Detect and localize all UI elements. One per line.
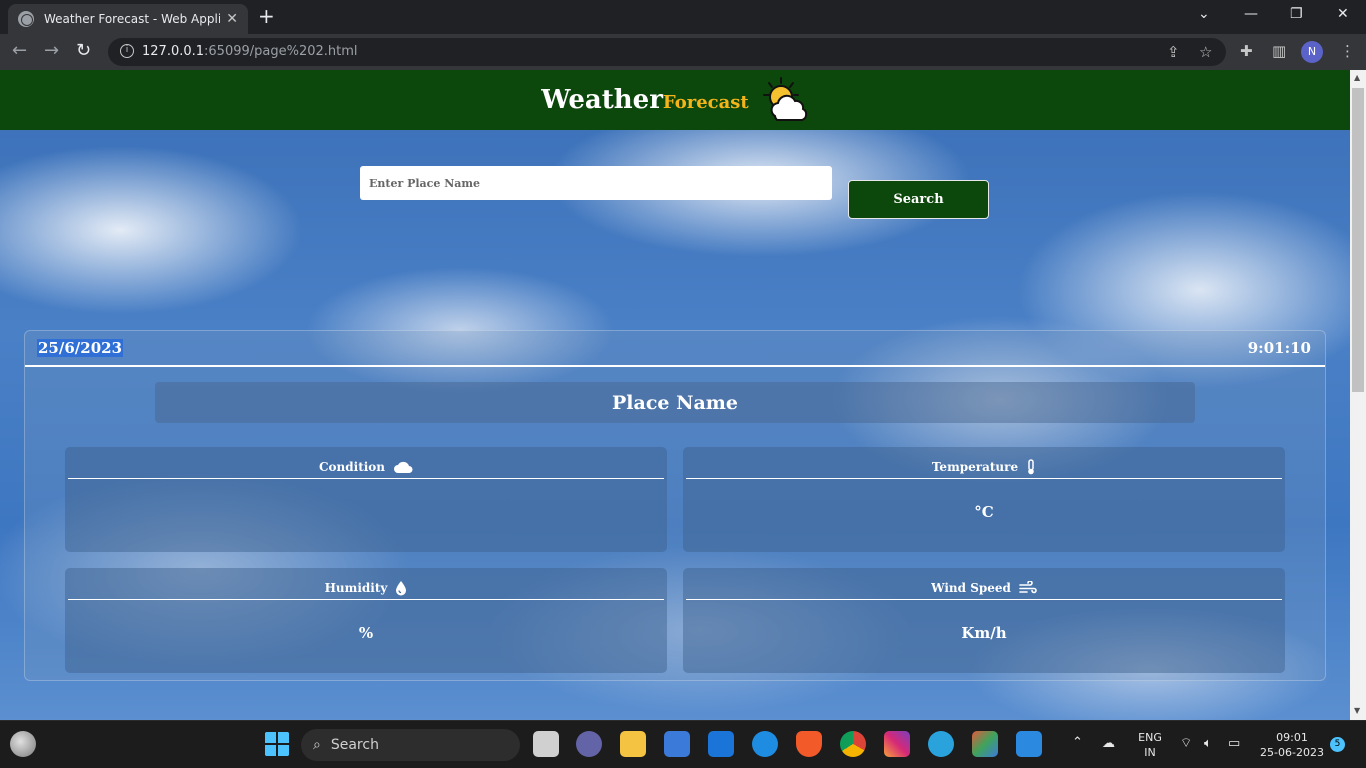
droplet-icon — [396, 581, 407, 596]
back-button[interactable]: ← — [12, 41, 27, 61]
wind-icon — [1019, 581, 1037, 594]
share-icon[interactable]: ⇪ — [1167, 44, 1180, 60]
onedrive-cloud-icon[interactable]: ☁ — [1102, 736, 1115, 751]
taskbar-search-box[interactable]: ⌕ Search — [301, 729, 520, 761]
browser-toolbar: ← → ↻ i 127.0.0.1:65099/page%202.html ⇪ … — [0, 34, 1366, 70]
close-window-button[interactable]: ✕ — [1337, 6, 1349, 22]
cloud-icon — [394, 461, 413, 473]
address-bar[interactable]: i 127.0.0.1:65099/page%202.html ⇪ ☆ — [108, 38, 1226, 66]
globe-icon — [18, 11, 34, 27]
language-indicator[interactable]: ENG IN — [1134, 730, 1166, 760]
git-icon[interactable] — [972, 731, 998, 757]
tab-search-chevron-icon[interactable]: ⌄ — [1198, 6, 1210, 22]
forward-button[interactable]: → — [44, 41, 59, 61]
place-search-input[interactable] — [360, 166, 832, 200]
bookmark-star-icon[interactable]: ☆ — [1199, 44, 1212, 60]
wind-speed-card-header: Wind Speed — [686, 577, 1282, 600]
tab-close-button[interactable]: ✕ — [226, 11, 238, 27]
thermometer-icon — [1028, 459, 1034, 475]
wifi-icon[interactable]: ⌔ — [1180, 736, 1192, 751]
temperature-card-header: Temperature — [686, 456, 1282, 479]
wind-speed-label: Wind Speed — [931, 581, 1011, 595]
telegram-icon[interactable] — [928, 731, 954, 757]
humidity-card: Humidity % — [65, 568, 667, 673]
teams-chat-icon[interactable] — [576, 731, 602, 757]
site-header: Weather Forecast — [0, 70, 1350, 130]
scrollbar-thumb[interactable] — [1352, 88, 1364, 392]
temperature-value: °C — [974, 503, 994, 521]
browser-tab[interactable]: Weather Forecast - Web Applicat ✕ — [8, 4, 248, 34]
chevron-up-icon[interactable]: ⌃ — [1072, 735, 1083, 750]
clock-time: 09:01 — [1276, 731, 1308, 744]
language-line2: IN — [1144, 746, 1156, 759]
windows-taskbar: ⌕ Search ⌃ ☁ ENG IN ⌔ 🔈︎ ▭ 09:01 25-06-2… — [0, 720, 1366, 768]
url-path: :65099/page%202.html — [204, 44, 358, 59]
wind-speed-value: Km/h — [961, 624, 1007, 642]
taskbar-search-label: Search — [330, 737, 379, 753]
chrome-browser-icon[interactable] — [840, 731, 866, 757]
site-info-icon[interactable]: i — [120, 44, 134, 58]
browser-tab-strip: Weather Forecast - Web Applicat ✕ + ⌄ — … — [0, 0, 1366, 34]
humidity-card-header: Humidity — [68, 577, 664, 600]
get-help-icon[interactable] — [752, 731, 778, 757]
file-explorer-icon[interactable] — [620, 731, 646, 757]
minimize-button[interactable]: — — [1244, 6, 1258, 22]
wind-speed-card: Wind Speed Km/h — [683, 568, 1285, 673]
profile-avatar[interactable]: N — [1301, 41, 1323, 63]
condition-card-header: Condition — [68, 456, 664, 479]
language-line1: ENG — [1138, 731, 1162, 744]
task-view-icon[interactable] — [533, 731, 559, 757]
windows-start-icon[interactable] — [264, 731, 290, 757]
notification-badge[interactable]: 5 — [1330, 737, 1345, 752]
system-clock[interactable]: 09:01 25-06-2023 — [1256, 730, 1328, 760]
new-tab-button[interactable]: + — [258, 6, 275, 26]
brand-weather-text: Weather — [541, 85, 663, 115]
place-name: Place Name — [155, 382, 1195, 423]
search-icon: ⌕ — [313, 737, 321, 753]
panel-divider — [25, 365, 1325, 367]
current-time: 9:01:10 — [1247, 339, 1311, 357]
scroll-down-arrow-icon[interactable]: ▼ — [1354, 706, 1360, 715]
condition-card: Condition — [65, 447, 667, 552]
brave-browser-icon[interactable] — [796, 731, 822, 757]
page-scrollbar[interactable]: ▲ ▼ — [1350, 70, 1366, 720]
weather-panel: 25/6/2023 9:01:10 Place Name Condition T… — [24, 330, 1326, 681]
temperature-card: Temperature °C — [683, 447, 1285, 552]
humidity-label: Humidity — [324, 581, 388, 595]
temperature-label: Temperature — [931, 460, 1019, 474]
tab-title: Weather Forecast - Web Applicat — [44, 12, 221, 26]
humidity-value: % — [358, 624, 374, 642]
vscode-icon[interactable] — [1016, 731, 1042, 757]
scroll-up-arrow-icon[interactable]: ▲ — [1354, 73, 1360, 82]
instagram-icon[interactable] — [884, 731, 910, 757]
page-viewport: Weather Forecast Search 25/6/2023 9:01:1… — [0, 70, 1350, 720]
side-panel-icon[interactable]: ▥ — [1272, 43, 1286, 59]
volume-icon[interactable]: 🔈︎ — [1204, 736, 1212, 751]
extensions-puzzle-icon[interactable]: ✚ — [1240, 43, 1253, 59]
current-date: 25/6/2023 — [37, 339, 124, 357]
sun-cloud-icon — [762, 77, 807, 121]
brand-forecast-text: Forecast — [662, 92, 749, 113]
microsoft-store-icon[interactable] — [664, 731, 690, 757]
search-button[interactable]: Search — [848, 180, 989, 219]
browser-menu-icon[interactable]: ⋮ — [1340, 43, 1355, 59]
condition-label: Condition — [318, 460, 386, 474]
url-text: 127.0.0.1:65099/page%202.html — [142, 44, 358, 59]
url-host: 127.0.0.1 — [142, 44, 205, 59]
myhp-app-icon[interactable] — [708, 731, 734, 757]
battery-icon[interactable]: ▭ — [1228, 736, 1240, 751]
reload-button[interactable]: ↻ — [76, 41, 91, 61]
site-logo: Weather Forecast — [541, 85, 748, 115]
clock-date: 25-06-2023 — [1260, 746, 1324, 759]
restore-button[interactable]: ❐ — [1290, 6, 1303, 22]
weather-widget-icon[interactable] — [10, 731, 36, 757]
